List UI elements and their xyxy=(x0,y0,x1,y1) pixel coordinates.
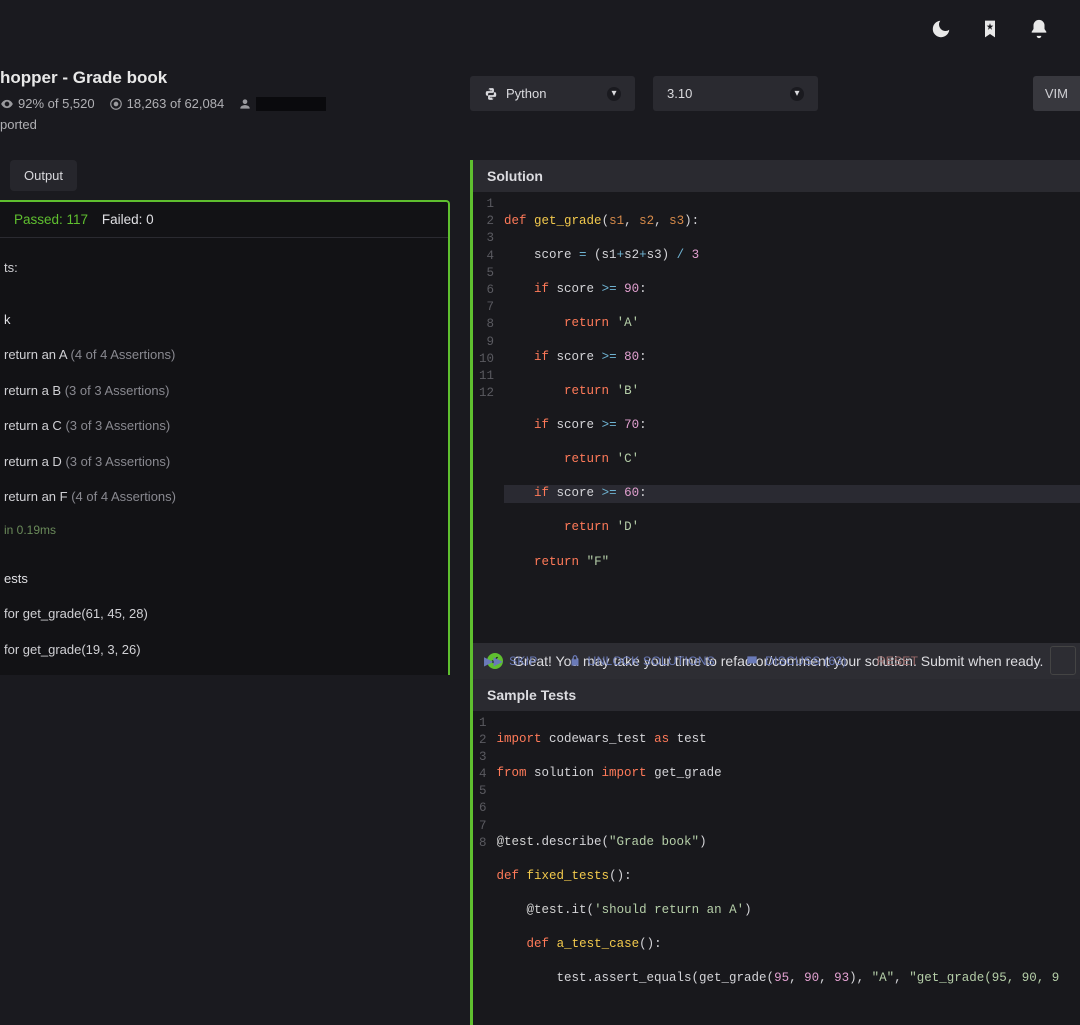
solution-editor[interactable]: 123456789101112 def get_grade(s1, s2, s3… xyxy=(470,192,1080,643)
sample-tests-editor[interactable]: 12345678 import codewars_test as test fr… xyxy=(470,711,1080,1025)
test-suite-label: ts: xyxy=(4,250,444,286)
extra-button[interactable] xyxy=(1050,646,1076,675)
chevron-down-icon: ▾ xyxy=(607,87,621,101)
bookmark-icon[interactable] xyxy=(980,19,1000,42)
test-group-label: k xyxy=(4,302,444,338)
results-summary: Passed: 117 Failed: 0 xyxy=(0,202,448,238)
completions-stat: 18,263 of 62,084 xyxy=(109,96,225,111)
skip-icon: ▶▶ xyxy=(484,654,503,668)
dark-mode-icon[interactable] xyxy=(930,18,952,43)
skip-button[interactable]: ▶▶ SKIP xyxy=(474,648,548,674)
sample-tests-title: Sample Tests xyxy=(470,679,1080,711)
results-panel: Passed: 117 Failed: 0 ts: k return an A … xyxy=(0,200,450,675)
kata-title: hopper - Grade book xyxy=(0,68,326,88)
unlock-button[interactable]: UNLOCK SOLUTIONS xyxy=(558,648,726,674)
test-result-item[interactable]: return a D (3 of 3 Assertions) xyxy=(4,444,444,480)
discuss-button[interactable]: DISCUSS (63) xyxy=(735,648,857,674)
sub-text: ported xyxy=(0,117,326,132)
language-select[interactable]: Python ▾ xyxy=(470,76,635,111)
test-result-item[interactable]: return an F (4 of 4 Assertions) xyxy=(4,479,444,515)
reset-button[interactable]: RESET xyxy=(867,648,929,674)
random-test-item[interactable]: for get_grade(61, 45, 28) xyxy=(4,596,444,632)
test-result-item[interactable]: return a C (3 of 3 Assertions) xyxy=(4,408,444,444)
test-result-item[interactable]: return a B (3 of 3 Assertions) xyxy=(4,373,444,409)
output-tab[interactable]: Output xyxy=(10,160,77,191)
random-test-item[interactable]: for get_grade(56, 92, 54) xyxy=(4,667,444,675)
chevron-down-icon: ▾ xyxy=(790,87,804,101)
version-select[interactable]: 3.10 ▾ xyxy=(653,76,818,111)
chat-icon xyxy=(745,654,759,668)
random-test-item[interactable]: for get_grade(19, 3, 26) xyxy=(4,632,444,668)
solution-panel-title: Solution xyxy=(470,160,1080,192)
python-icon xyxy=(484,87,498,101)
satisfaction-stat: 92% of 5,520 xyxy=(0,96,95,111)
completed-time: in 0.19ms xyxy=(4,515,444,545)
test-result-item[interactable]: return an A (4 of 4 Assertions) xyxy=(4,337,444,373)
editor-mode-button[interactable]: VIM xyxy=(1033,76,1080,111)
random-tests-label: ests xyxy=(4,561,444,597)
author-stat xyxy=(238,97,326,111)
lock-icon xyxy=(568,654,582,668)
bell-icon[interactable] xyxy=(1028,18,1050,43)
